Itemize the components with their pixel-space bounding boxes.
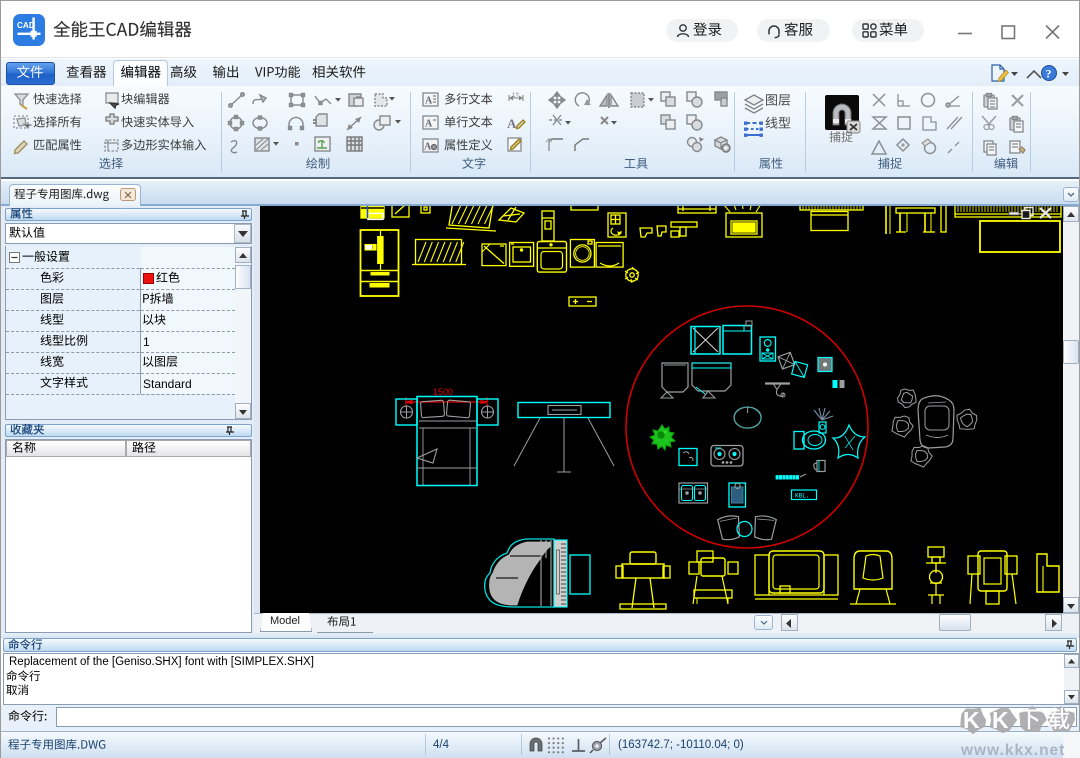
svg-text:A: A: [424, 142, 432, 153]
svg-text:?: ?: [1046, 67, 1052, 81]
svg-text:www.kkx.net: www.kkx.net: [960, 742, 1065, 758]
svg-text:1?: 1?: [512, 93, 519, 99]
svg-text:CAD: CAD: [17, 21, 35, 30]
svg-text:A: A: [507, 116, 517, 131]
svg-text:A: A: [425, 96, 433, 107]
svg-text:K: K: [992, 707, 1009, 733]
svg-text:1500: 1500: [433, 387, 453, 397]
svg-text:KBL.: KBL.: [795, 493, 809, 500]
svg-text:K: K: [963, 707, 980, 733]
svg-text:’: ’: [390, 232, 392, 239]
svg-text:A: A: [425, 119, 433, 130]
